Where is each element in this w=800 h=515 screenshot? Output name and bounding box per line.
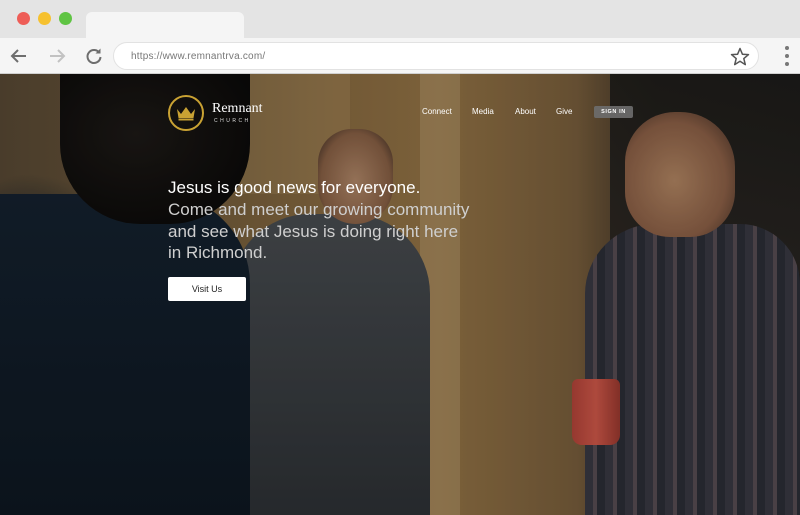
browser-toolbar: https://www.remnantrva.com/ (0, 38, 800, 74)
crown-icon (168, 95, 204, 131)
back-icon (10, 49, 26, 63)
nav-link-connect[interactable]: Connect (422, 107, 452, 116)
logo-text: Remnant CHURCH (212, 101, 263, 125)
site-logo[interactable]: Remnant CHURCH (168, 95, 263, 131)
hero-subtext-line-1: Come and meet our growing community (168, 200, 470, 219)
address-bar[interactable]: https://www.remnantrva.com/ (113, 42, 759, 70)
browser-tab[interactable] (86, 12, 244, 40)
menu-icon[interactable] (783, 46, 791, 66)
back-button[interactable] (8, 45, 30, 67)
reload-icon (86, 48, 102, 64)
browser-window-chrome: https://www.remnantrva.com/ (0, 0, 800, 74)
logo-subtitle: CHURCH (214, 118, 251, 124)
window-controls (17, 12, 72, 25)
close-window-button[interactable] (17, 12, 30, 25)
url-text: https://www.remnantrva.com/ (131, 51, 266, 62)
hero-overlay (0, 74, 800, 515)
hero-section: Remnant CHURCH Connect Media About Give … (0, 74, 800, 515)
logo-name: Remnant (212, 101, 263, 116)
zoom-window-button[interactable] (59, 12, 72, 25)
nav-link-about[interactable]: About (515, 107, 536, 116)
minimize-window-button[interactable] (38, 12, 51, 25)
forward-button[interactable] (46, 45, 68, 67)
star-icon[interactable] (730, 47, 750, 67)
sign-in-button[interactable]: SIGN IN (594, 106, 633, 118)
hero-subtext: Come and meet our growing community and … (168, 199, 488, 264)
hero-subtext-line-2: and see what Jesus is doing right here (168, 221, 459, 241)
hero-headline: Jesus is good news for everyone. (168, 178, 421, 197)
visit-us-button[interactable]: Visit Us (168, 277, 246, 301)
reload-button[interactable] (83, 45, 105, 67)
nav-link-media[interactable]: Media (472, 107, 494, 116)
hero-subtext-line-3: in Richmond. (168, 243, 268, 262)
forward-icon (50, 49, 66, 63)
nav-link-give[interactable]: Give (556, 107, 572, 116)
